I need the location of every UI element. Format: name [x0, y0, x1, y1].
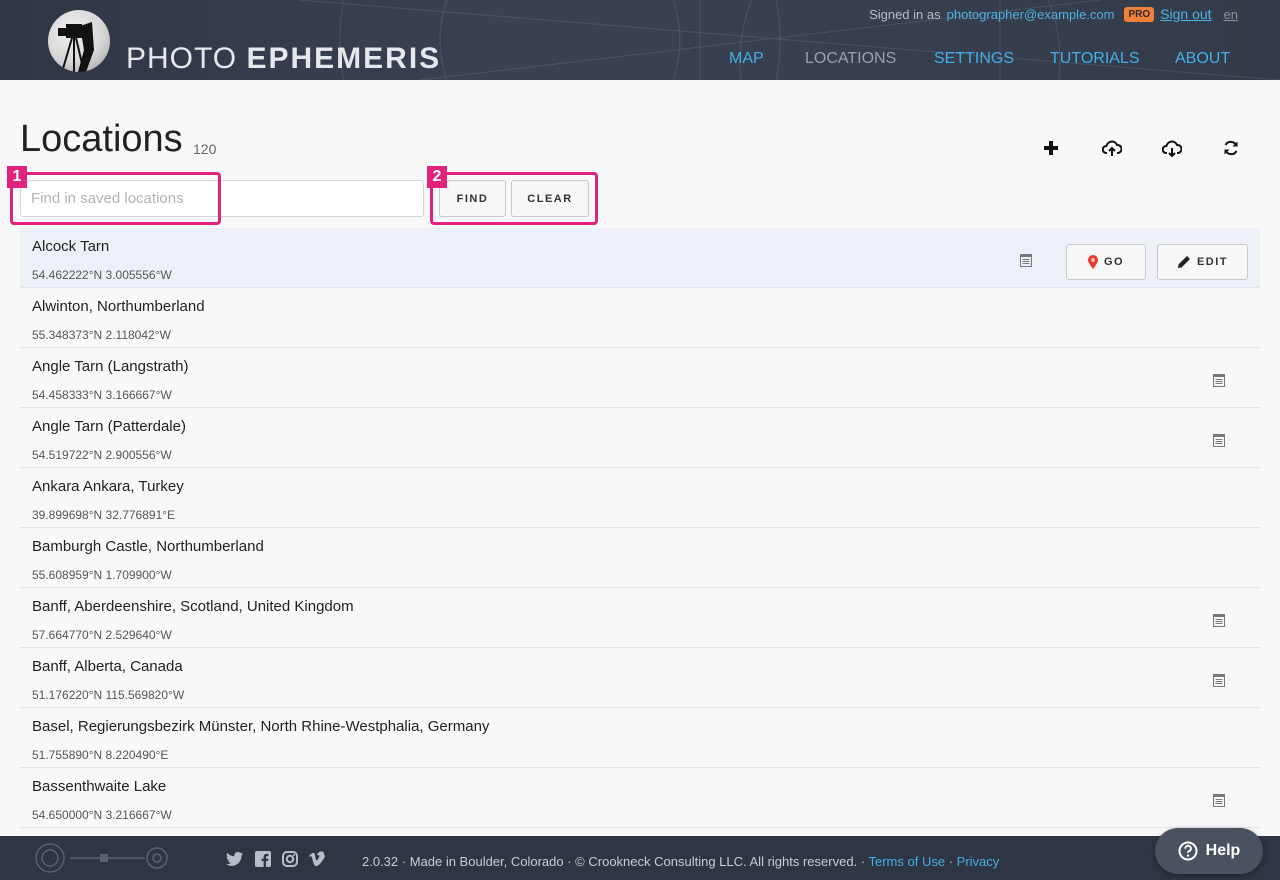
sync-button[interactable]	[1219, 136, 1243, 160]
list-item[interactable]: Banff, Aberdeenshire, Scotland, United K…	[20, 588, 1260, 648]
footer-separator: ·	[948, 854, 954, 869]
location-name[interactable]: Angle Tarn (Langstrath)	[32, 358, 188, 375]
compass-logo-icon	[35, 843, 168, 873]
terms-link[interactable]: Terms of Use	[869, 854, 946, 869]
location-name[interactable]: Alwinton, Northumberland	[32, 298, 205, 315]
cloud-download-icon	[1162, 140, 1182, 157]
location-name[interactable]: Angle Tarn (Patterdale)	[32, 418, 186, 435]
vimeo-icon[interactable]	[308, 851, 326, 867]
go-label: GO	[1103, 256, 1125, 268]
location-coords: 54.650000°N 3.216667°W	[32, 808, 172, 822]
list-item[interactable]: Alwinton, Northumberland 55.348373°N 2.1…	[20, 288, 1260, 348]
notes-icon[interactable]	[1213, 674, 1225, 687]
nav-tutorials[interactable]: TUTORIALS	[1050, 50, 1140, 68]
language-selector[interactable]: en	[1224, 7, 1238, 22]
facebook-icon[interactable]	[254, 851, 272, 867]
location-name[interactable]: Bamburgh Castle, Northumberland	[32, 538, 264, 555]
list-item[interactable]: Bamburgh Castle, Northumberland 55.60895…	[20, 528, 1260, 588]
plus-icon	[1044, 141, 1058, 155]
list-item[interactable]: Basel, Regierungsbezirk Münster, North R…	[20, 708, 1260, 768]
location-name[interactable]: Basel, Regierungsbezirk Münster, North R…	[32, 718, 489, 735]
nav-map[interactable]: MAP	[729, 50, 764, 68]
location-coords: 51.176220°N 115.569820°W	[32, 688, 185, 702]
help-button[interactable]: Help	[1155, 828, 1263, 874]
map-pin-icon	[1087, 255, 1098, 269]
annotation-label-2: 2	[427, 166, 447, 188]
location-name[interactable]: Ankara Ankara, Turkey	[32, 478, 184, 495]
location-coords: 54.458333°N 3.166667°W	[32, 388, 172, 402]
twitter-icon[interactable]	[226, 851, 244, 867]
locations-list: Alcock Tarn 54.462222°N 3.005556°W GO ED…	[20, 228, 1260, 828]
annotation-box-1	[10, 172, 221, 225]
nav-settings[interactable]: SETTINGS	[934, 50, 1014, 68]
notes-icon[interactable]	[1020, 254, 1032, 267]
add-location-button[interactable]	[1039, 136, 1063, 160]
annotation-label-1: 1	[7, 166, 27, 188]
nav-about[interactable]: ABOUT	[1175, 50, 1230, 68]
edit-button[interactable]: EDIT	[1157, 244, 1248, 280]
location-name[interactable]: Banff, Alberta, Canada	[32, 658, 183, 675]
app-footer: 2.0.32 · Made in Boulder, Colorado · © C…	[0, 836, 1280, 880]
page-title: Locations	[20, 118, 183, 160]
list-item[interactable]: Bassenthwaite Lake 54.650000°N 3.216667°…	[20, 768, 1260, 828]
notes-icon[interactable]	[1213, 614, 1225, 627]
location-name[interactable]: Bassenthwaite Lake	[32, 778, 166, 795]
list-item[interactable]: Angle Tarn (Langstrath) 54.458333°N 3.16…	[20, 348, 1260, 408]
instagram-icon[interactable]	[281, 851, 299, 867]
list-item[interactable]: Banff, Alberta, Canada 51.176220°N 115.5…	[20, 648, 1260, 708]
location-coords: 57.664770°N 2.529640°W	[32, 628, 172, 642]
edit-label: EDIT	[1196, 256, 1229, 268]
account-email[interactable]: photographer@example.com	[947, 7, 1115, 22]
main-nav: MAP LOCATIONS SETTINGS TUTORIALS ABOUT	[0, 50, 1280, 70]
notes-icon[interactable]	[1213, 794, 1225, 807]
nav-locations[interactable]: LOCATIONS	[805, 50, 896, 68]
location-coords: 39.899698°N 32.776891°E	[32, 508, 176, 522]
location-name[interactable]: Banff, Aberdeenshire, Scotland, United K…	[32, 598, 354, 615]
notes-icon[interactable]	[1213, 374, 1225, 387]
location-coords: 55.608959°N 1.709900°W	[32, 568, 172, 582]
location-coords: 51.755890°N 8.220490°E	[32, 748, 169, 762]
sign-out-link[interactable]: Sign out	[1160, 6, 1211, 22]
upload-button[interactable]	[1100, 136, 1124, 160]
annotation-box-2	[430, 172, 598, 225]
location-name[interactable]: Alcock Tarn	[32, 238, 109, 255]
location-coords: 54.462222°N 3.005556°W	[32, 268, 172, 282]
help-label: Help	[1205, 842, 1241, 859]
refresh-icon	[1224, 140, 1238, 156]
footer-copyright: 2.0.32 · Made in Boulder, Colorado · © C…	[362, 854, 866, 869]
go-button[interactable]: GO	[1066, 244, 1146, 280]
list-item[interactable]: Ankara Ankara, Turkey 39.899698°N 32.776…	[20, 468, 1260, 528]
signed-in-label: Signed in as	[869, 6, 941, 22]
question-circle-icon	[1178, 841, 1198, 861]
app-header: PHOTO EPHEMERIS Signed in as photographe…	[0, 0, 1280, 80]
footer-text: 2.0.32 · Made in Boulder, Colorado · © C…	[362, 854, 999, 869]
location-count: 120	[193, 141, 217, 157]
notes-icon[interactable]	[1213, 434, 1225, 447]
download-button[interactable]	[1160, 136, 1184, 160]
location-coords: 55.348373°N 2.118042°W	[32, 328, 171, 342]
location-coords: 54.519722°N 2.900556°W	[32, 448, 172, 462]
cloud-upload-icon	[1102, 140, 1122, 156]
account-bar: Signed in as photographer@example.com PR…	[869, 6, 1238, 22]
privacy-link[interactable]: Privacy	[957, 854, 1000, 869]
list-item[interactable]: Alcock Tarn 54.462222°N 3.005556°W GO ED…	[20, 228, 1260, 288]
pencil-icon	[1177, 256, 1190, 268]
pro-badge: PRO	[1124, 6, 1155, 22]
list-item[interactable]: Angle Tarn (Patterdale) 54.519722°N 2.90…	[20, 408, 1260, 468]
